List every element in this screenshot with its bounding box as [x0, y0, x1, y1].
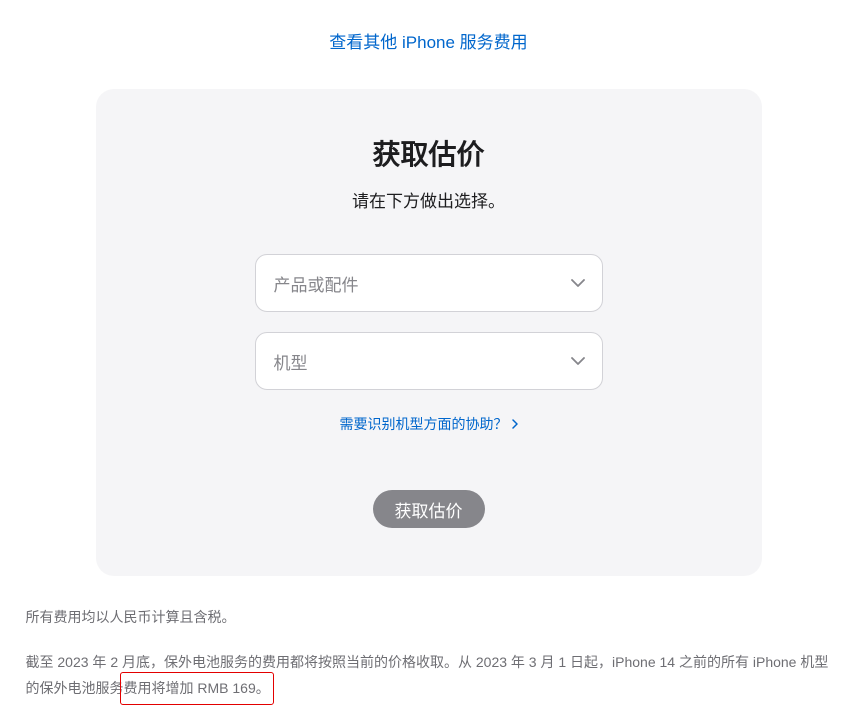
product-select-wrap: 产品或配件: [255, 254, 603, 312]
footnote-price-change: 截至 2023 年 2 月底，保外电池服务的费用都将按照当前的价格收取。从 20…: [26, 649, 832, 702]
footnote-currency: 所有费用均以人民币计算且含税。: [26, 604, 832, 631]
model-select[interactable]: 机型: [255, 332, 603, 390]
other-service-fees-link[interactable]: 查看其他 iPhone 服务费用: [329, 33, 527, 52]
card-subtitle: 请在下方做出选择。: [156, 187, 702, 212]
help-link-label: 需要识别机型方面的协助？: [340, 414, 508, 434]
card-title: 获取估价: [156, 133, 702, 173]
get-estimate-button[interactable]: 获取估价: [373, 490, 485, 528]
footnotes: 所有费用均以人民币计算且含税。 截至 2023 年 2 月底，保外电池服务的费用…: [14, 604, 844, 702]
footnote-highlight-text: 费用将增加 RMB 169。: [124, 680, 270, 696]
identify-model-help-link[interactable]: 需要识别机型方面的协助？: [340, 414, 518, 434]
model-select-wrap: 机型: [255, 332, 603, 390]
estimate-card: 获取估价 请在下方做出选择。 产品或配件 机型 需要识别机型方面的协助？ 获取估…: [96, 89, 762, 576]
chevron-right-icon: [512, 419, 518, 429]
product-select[interactable]: 产品或配件: [255, 254, 603, 312]
